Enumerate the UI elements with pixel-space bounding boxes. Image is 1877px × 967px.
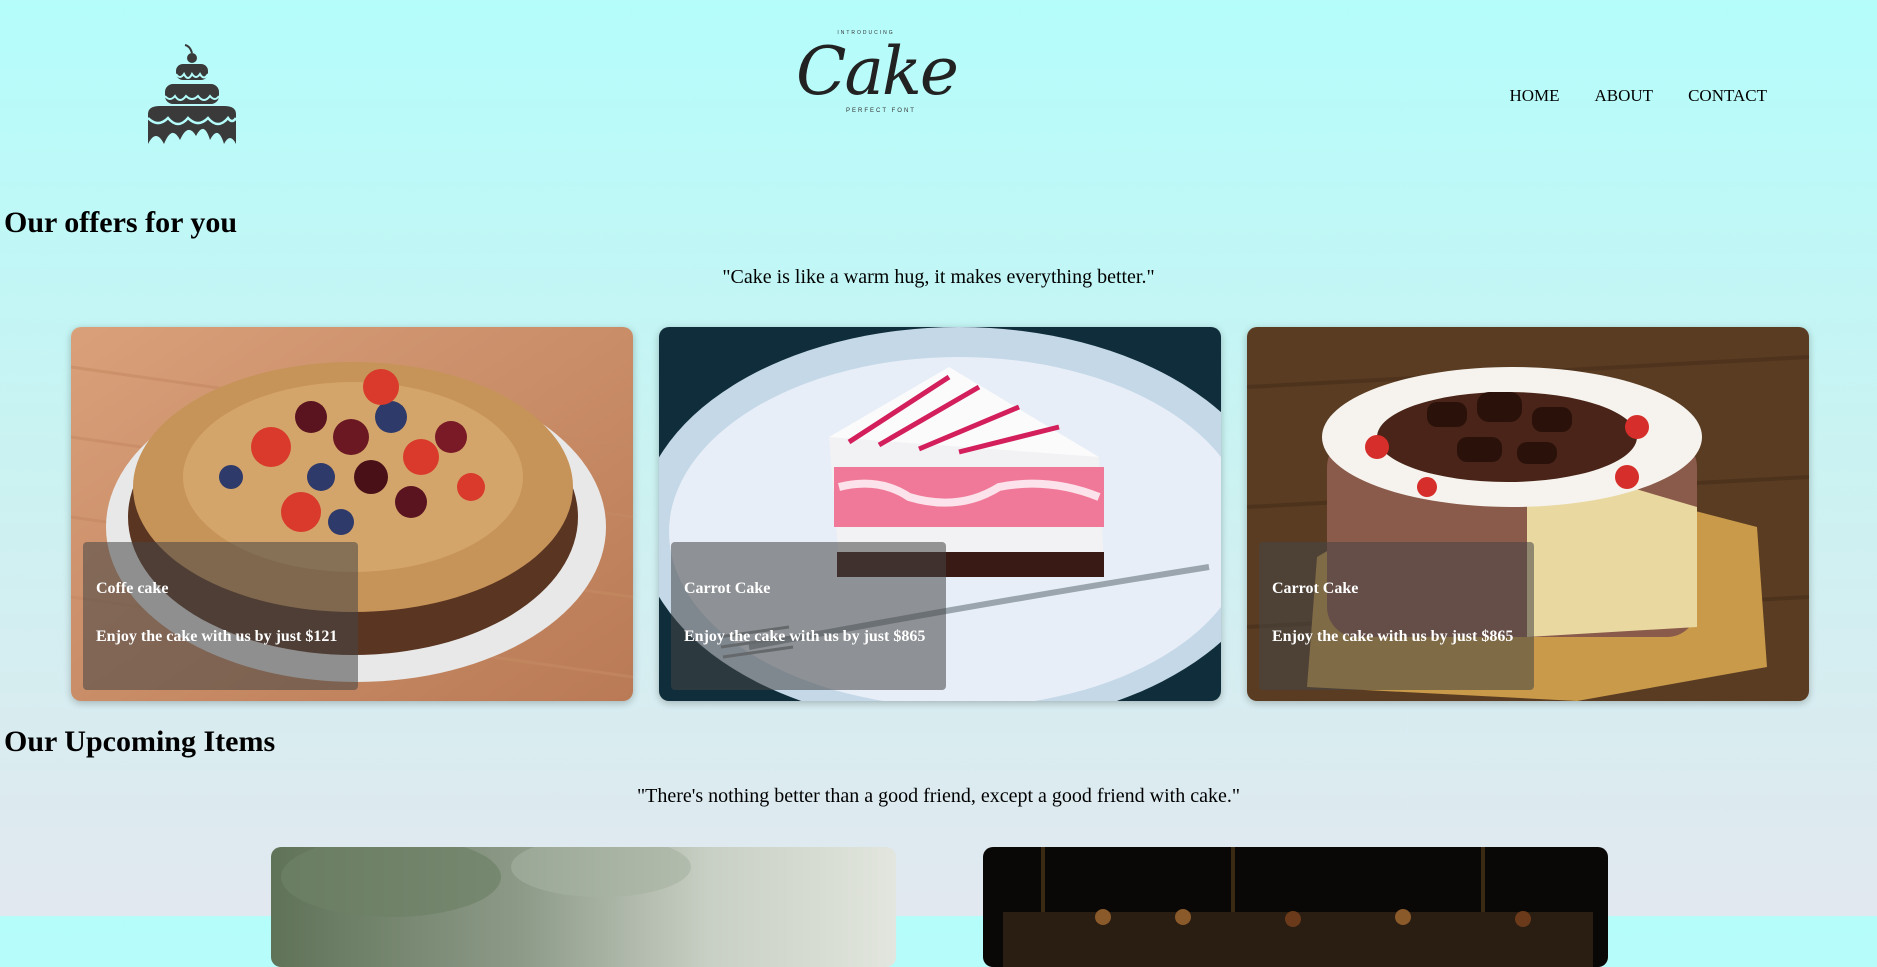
offer-cards: Coffe cake Enjoy the cake with us by jus… — [71, 327, 1809, 701]
nav-contact-link[interactable]: CONTACT — [1688, 86, 1767, 106]
offer-caption: Carrot Cake Enjoy the cake with us by ju… — [1259, 542, 1534, 690]
upcoming-cards — [271, 847, 1608, 967]
upcoming-card[interactable] — [271, 847, 896, 967]
offer-name: Coffe cake — [96, 580, 169, 597]
offer-caption: Carrot Cake Enjoy the cake with us by ju… — [671, 542, 946, 690]
upcoming-item-image — [271, 847, 896, 967]
upcoming-quote: "There's nothing better than a good frie… — [636, 785, 1241, 807]
cake-icon[interactable] — [140, 44, 244, 148]
offer-caption: Coffe cake Enjoy the cake with us by jus… — [83, 542, 358, 690]
site-header: INTRODUCING Cake PERFECT FONT HOME ABOUT… — [0, 0, 1877, 195]
logo-word: Cake — [796, 33, 959, 110]
offer-card[interactable]: Coffe cake Enjoy the cake with us by jus… — [71, 327, 633, 701]
offers-title: Our offers for you — [4, 206, 238, 239]
main-nav: HOME ABOUT CONTACT — [1509, 86, 1767, 106]
offer-name: Carrot Cake — [684, 580, 771, 597]
nav-home-link[interactable]: HOME — [1509, 86, 1559, 106]
offer-price-text: Enjoy the cake with us by just $121 — [96, 628, 338, 645]
upcoming-title: Our Upcoming Items — [4, 725, 276, 758]
offers-quote: "Cake is like a warm hug, it makes every… — [722, 266, 1155, 288]
nav-about-link[interactable]: ABOUT — [1595, 86, 1654, 106]
upcoming-card[interactable] — [983, 847, 1608, 967]
upcoming-item-image — [983, 847, 1608, 967]
offer-price-text: Enjoy the cake with us by just $865 — [1272, 628, 1514, 645]
offer-price-text: Enjoy the cake with us by just $865 — [684, 628, 926, 645]
offer-name: Carrot Cake — [1272, 580, 1359, 597]
brand-logo[interactable]: INTRODUCING Cake PERFECT FONT — [796, 30, 959, 148]
offer-card[interactable]: Carrot Cake Enjoy the cake with us by ju… — [659, 327, 1221, 701]
offer-card[interactable]: Carrot Cake Enjoy the cake with us by ju… — [1247, 327, 1809, 701]
